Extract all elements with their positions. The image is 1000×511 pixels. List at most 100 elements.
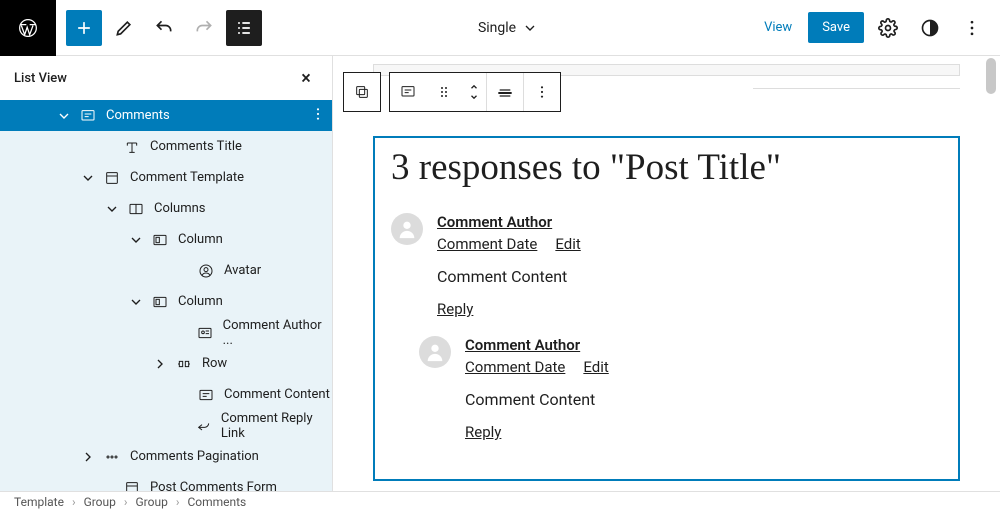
template-icon xyxy=(120,476,144,492)
tree-item-label: Column xyxy=(178,232,223,247)
tree-item-label: Comment Reply Link xyxy=(221,411,332,441)
list-view-title: List View xyxy=(14,71,67,86)
canvas-scrollbar[interactable] xyxy=(984,58,998,489)
tree-item-post-comments-form[interactable]: Post Comments Form xyxy=(0,472,332,491)
tree-item-label: Column xyxy=(178,294,223,309)
block-more-button[interactable] xyxy=(524,73,560,111)
chevron-right-icon[interactable] xyxy=(148,352,172,376)
chevron-down-icon[interactable] xyxy=(52,104,76,128)
tree-item-label: Avatar xyxy=(224,263,261,278)
breadcrumb-item[interactable]: Group xyxy=(84,495,116,509)
tree-item-label: Comment Template xyxy=(130,170,244,185)
edit-button[interactable] xyxy=(106,10,142,46)
chevron-right-icon[interactable] xyxy=(76,445,100,469)
tree-item-label: Comments Pagination xyxy=(130,449,259,464)
comment-reply-link[interactable]: Reply xyxy=(465,423,501,441)
tree-item-label: Comments Title xyxy=(150,139,242,154)
comment-date-link[interactable]: Comment Date xyxy=(437,235,537,253)
tree-item-column[interactable]: Column xyxy=(0,224,332,255)
chevron-down-icon[interactable] xyxy=(124,290,148,314)
breadcrumb-item[interactable]: Group xyxy=(136,495,168,509)
align-button[interactable] xyxy=(487,73,523,111)
more-options-button[interactable] xyxy=(954,10,990,46)
tree-item-label: Comments xyxy=(106,108,170,123)
chevron-none-icon xyxy=(170,321,193,345)
document-label: Single xyxy=(478,20,516,36)
chevron-right-icon: › xyxy=(72,495,76,509)
wp-logo-button[interactable] xyxy=(0,0,56,56)
chevron-down-icon[interactable] xyxy=(76,166,100,190)
top-toolbar: Single View Save xyxy=(0,0,1000,56)
view-button[interactable]: View xyxy=(754,12,802,43)
tree-item-column[interactable]: Column xyxy=(0,286,332,317)
close-list-view-button[interactable]: × xyxy=(294,66,318,90)
chevron-none-icon xyxy=(170,383,194,407)
list-view-header: List View × xyxy=(0,56,332,100)
tree-item-row[interactable]: Row xyxy=(0,348,332,379)
block-breadcrumb: Template›Group›Group›Comments xyxy=(0,491,1000,511)
styles-button[interactable] xyxy=(912,10,948,46)
settings-button[interactable] xyxy=(870,10,906,46)
row-icon xyxy=(172,352,196,376)
comment-edit-link[interactable]: Edit xyxy=(583,358,608,376)
comments-block[interactable]: 3 responses to "Post Title" Comment Auth… xyxy=(373,136,960,481)
reply-icon xyxy=(192,414,214,438)
comment-date-link[interactable]: Comment Date xyxy=(465,358,565,376)
pagination-icon xyxy=(100,445,124,469)
tree-item-comment-content[interactable]: Comment Content xyxy=(0,379,332,410)
chevron-right-icon: › xyxy=(124,495,128,509)
redo-button[interactable] xyxy=(186,10,222,46)
comment-author-link[interactable]: Comment Author xyxy=(465,336,580,354)
tree-item-label: Comment Content xyxy=(224,387,330,402)
avatar-icon xyxy=(391,213,423,245)
add-block-button[interactable] xyxy=(66,10,102,46)
comment-author-link[interactable]: Comment Author xyxy=(437,213,552,231)
tree-item-more-button[interactable] xyxy=(310,106,326,126)
title-icon xyxy=(120,135,144,159)
chevron-down-icon[interactable] xyxy=(100,197,124,221)
template-icon xyxy=(100,166,124,190)
undo-button[interactable] xyxy=(146,10,182,46)
comment-reply-link[interactable]: Reply xyxy=(437,300,473,318)
chevron-down-icon[interactable] xyxy=(124,228,148,252)
tree-item-label: Columns xyxy=(154,201,206,216)
comment-edit-link[interactable]: Edit xyxy=(555,235,580,253)
tree-item-label: Row xyxy=(202,356,227,371)
avatar-icon xyxy=(419,336,451,368)
comment: Comment Author Comment Date Edit Comment… xyxy=(419,336,942,441)
tree-item-label: Comment Author ... xyxy=(223,318,332,348)
tree-item-comments-pagination[interactable]: Comments Pagination xyxy=(0,441,332,472)
breadcrumb-item[interactable]: Template xyxy=(14,495,64,509)
tree-item-avatar[interactable]: Avatar xyxy=(0,255,332,286)
author-icon xyxy=(193,321,216,345)
breadcrumb-item[interactable]: Comments xyxy=(187,495,246,509)
block-tree: Comments Comments Title Comment Template… xyxy=(0,100,332,491)
move-buttons[interactable] xyxy=(462,73,486,111)
editor-canvas[interactable]: 3 responses to "Post Title" Comment Auth… xyxy=(333,56,1000,491)
parent-block-button[interactable] xyxy=(343,72,381,112)
tree-item-comment-reply-link[interactable]: Comment Reply Link xyxy=(0,410,332,441)
comment-content: Comment Content xyxy=(465,390,942,409)
comments-title[interactable]: 3 responses to "Post Title" xyxy=(391,146,942,189)
drag-handle[interactable] xyxy=(426,73,462,111)
tree-item-comment-author-[interactable]: Comment Author ... xyxy=(0,317,332,348)
tree-item-columns[interactable]: Columns xyxy=(0,193,332,224)
column-icon xyxy=(148,228,172,252)
block-type-button[interactable] xyxy=(390,73,426,111)
chevron-none-icon xyxy=(170,414,192,438)
comment-body: Comment Author Comment Date Edit Comment… xyxy=(437,213,942,318)
tree-item-comment-template[interactable]: Comment Template xyxy=(0,162,332,193)
comment-body: Comment Author Comment Date Edit Comment… xyxy=(465,336,942,441)
toolbar-right: View Save xyxy=(754,10,1000,46)
list-view-toggle[interactable] xyxy=(226,10,262,46)
toolbar-left xyxy=(56,10,262,46)
document-switcher[interactable]: Single xyxy=(262,20,754,36)
tree-item-comments[interactable]: Comments xyxy=(0,100,332,131)
save-button[interactable]: Save xyxy=(808,12,864,43)
tree-item-label: Post Comments Form xyxy=(150,480,277,491)
main-area: List View × Comments Comments Title Comm… xyxy=(0,56,1000,491)
block-toolbar xyxy=(389,72,561,112)
content-icon xyxy=(194,383,218,407)
comments-icon xyxy=(76,104,100,128)
tree-item-comments-title[interactable]: Comments Title xyxy=(0,131,332,162)
